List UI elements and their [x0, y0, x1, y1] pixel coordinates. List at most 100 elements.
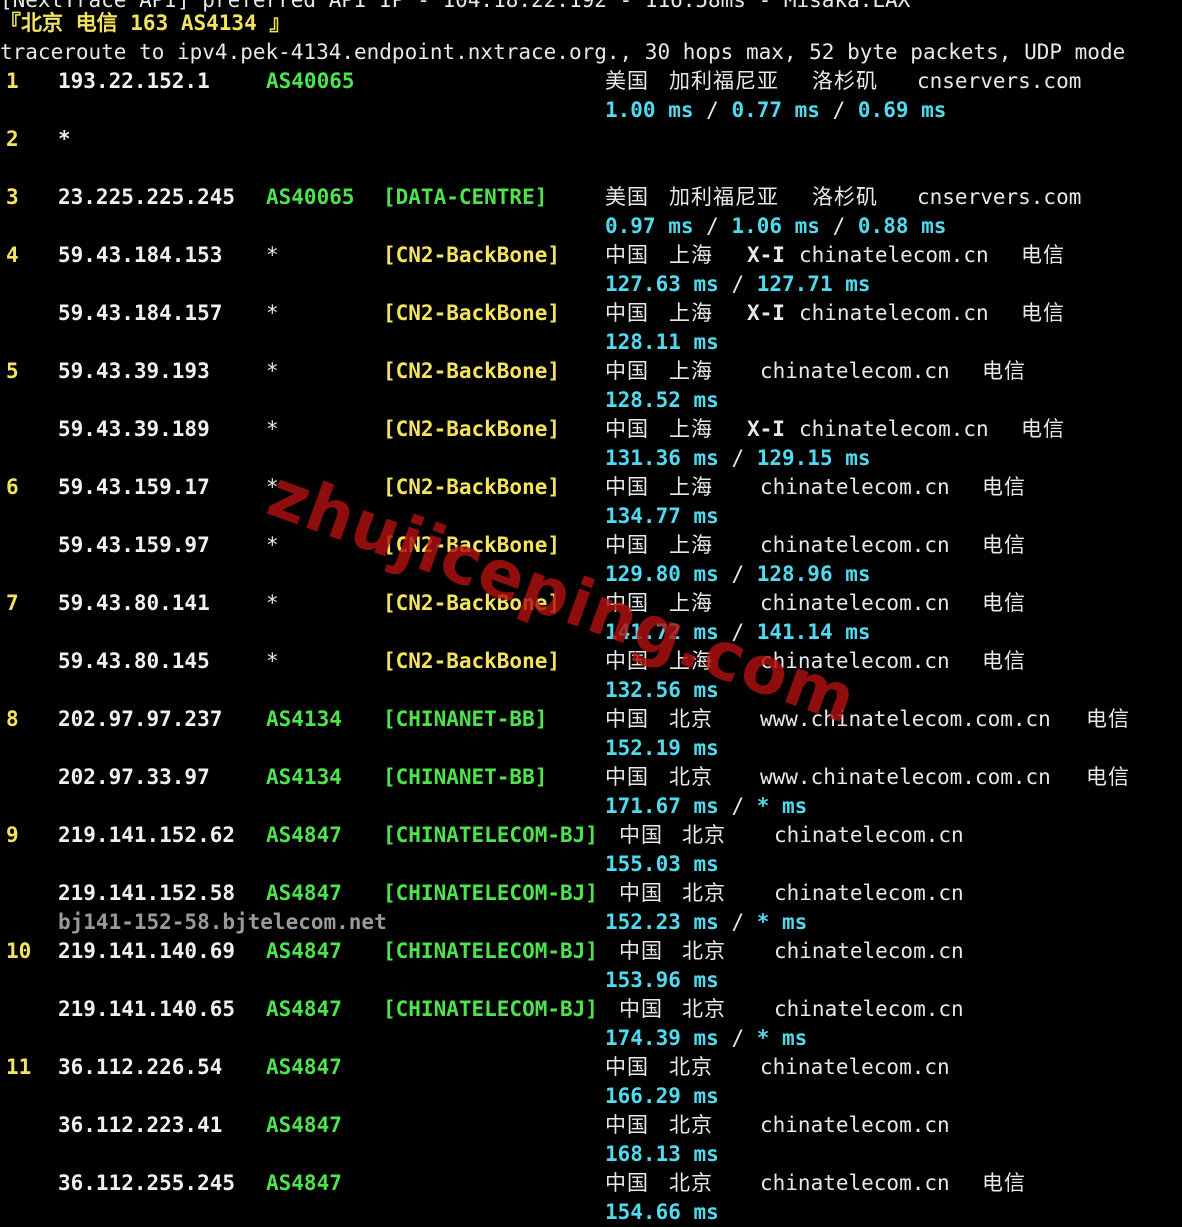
latency-row: 174.39 ms / * ms: [0, 1024, 1182, 1053]
latency-separator: /: [718, 562, 757, 586]
hop-ip: 219.141.140.69: [58, 939, 236, 963]
hop-network-tag: [CHINATELECOM-BJ]: [383, 823, 598, 847]
hop-latency: 128.52 ms: [605, 386, 719, 415]
hop-ip: 59.43.80.145: [58, 649, 210, 673]
hop-row: 8 202.97.97.237 AS4134 [CHINANET-BB] 中国 北京 www…: [0, 705, 1182, 734]
hop-asn: AS4134: [266, 707, 342, 731]
hop-latency: 153.96 ms: [605, 966, 719, 995]
hop-row: 36.112.255.245 AS4847 中国 北京 chinatelecom.cn 电…: [0, 1169, 1182, 1198]
hop-row: 202.97.33.97 AS4134 [CHINANET-BB] 中国 北京 www.c…: [0, 763, 1182, 792]
hop-number: 8: [6, 707, 19, 731]
hop-country: 中国: [605, 301, 649, 325]
hop-latency: 127.63 ms / 127.71 ms: [605, 270, 871, 299]
hop-region: 北京: [669, 1171, 713, 1195]
hop-carrier: 电信: [982, 649, 1026, 673]
hop-country: 中国: [605, 1055, 649, 1079]
hop-country: 中国: [605, 475, 649, 499]
hop-region: 加利福尼亚: [669, 185, 779, 209]
hop-ip: 59.43.39.189: [58, 417, 210, 441]
hop-number: 6: [6, 475, 19, 499]
hop-country: 中国: [605, 765, 649, 789]
hop-row: 1 193.22.152.1 AS40065 美国 加利福尼亚 洛杉矶 cnservers.…: [0, 67, 1182, 96]
hop-country: 美国: [605, 185, 649, 209]
hop-region: 北京: [682, 823, 726, 847]
hop-number: 4: [6, 243, 19, 267]
hop-network-tag: [CHINATELECOM-BJ]: [383, 939, 598, 963]
hop-region: 北京: [682, 881, 726, 905]
hop-region: 上海: [669, 533, 713, 557]
hop-country: 中国: [605, 1113, 649, 1137]
hop-latency: 171.67 ms / * ms: [605, 792, 807, 821]
hop-row: 36.112.223.41 AS4847 中国 北京 chinatelecom.cn: [0, 1111, 1182, 1140]
hop-region: 上海: [669, 301, 713, 325]
hop-isp: chinatelecom.cn: [760, 649, 950, 673]
latency-row: 153.96 ms: [0, 966, 1182, 995]
hop-carrier: 电信: [1021, 301, 1065, 325]
hop-row: 2 *: [0, 125, 1182, 154]
hop-number: 11: [6, 1055, 32, 1079]
latency-value: 152.19 ms: [605, 736, 719, 760]
hop-row: 10 219.141.140.69 AS4847 [CHINATELECOM-BJ] 中…: [0, 937, 1182, 966]
latency-row: 154.66 ms: [0, 1198, 1182, 1227]
hop-row: 11 36.112.226.54 AS4847 中国 北京 chinatelecom.cn: [0, 1053, 1182, 1082]
latency-row: 129.80 ms / 128.96 ms: [0, 560, 1182, 589]
hop-ip: 36.112.226.54: [58, 1055, 223, 1079]
hop-network-tag: [CHINANET-BB]: [383, 765, 548, 789]
hop-isp: chinatelecom.cn: [760, 359, 950, 383]
latency-value: 141.14 ms: [756, 620, 871, 644]
hop-carrier: 电信: [1086, 765, 1130, 789]
hop-carrier: 电信: [982, 591, 1026, 615]
hop-country: 中国: [605, 591, 649, 615]
terminal-window[interactable]: [NextTrace API] preferred API IP - 104.1…: [0, 0, 1182, 1224]
hop-row: 219.141.152.58 AS4847 [CHINATELECOM-BJ] 中国北…: [0, 879, 1182, 908]
hop-city: 洛杉矶: [812, 69, 878, 93]
latency-row: 141.72 ms / 141.14 ms: [0, 618, 1182, 647]
hop-region: 北京: [669, 1055, 713, 1079]
hop-region: 上海: [669, 243, 713, 267]
hop-isp: chinatelecom.cn: [774, 997, 964, 1021]
latency-separator: /: [693, 214, 732, 238]
hop-region: 北京: [682, 997, 726, 1021]
hop-network-tag: [CN2-BackBone]: [383, 591, 561, 615]
hop-latency: 0.97 ms / 1.06 ms / 0.88 ms: [605, 212, 946, 241]
latency-value: 128.52 ms: [605, 388, 719, 412]
hop-number: 7: [6, 591, 19, 615]
hop-isp: cnservers.com: [917, 185, 1082, 209]
hop-ip: 36.112.255.245: [58, 1171, 236, 1195]
latency-value: 0.69 ms: [857, 98, 947, 122]
hop-network-tag: [CN2-BackBone]: [383, 475, 561, 499]
latency-value: 129.15 ms: [756, 446, 871, 470]
latency-value: 1.06 ms: [731, 214, 820, 238]
hop-country: 中国: [619, 823, 663, 847]
hop-latency: 152.19 ms: [605, 734, 719, 763]
hop-region: 北京: [669, 765, 713, 789]
hop-asn: AS4847: [266, 1113, 342, 1137]
hop-asn: AS4134: [266, 765, 342, 789]
latency-separator: /: [718, 620, 757, 644]
hop-country: 中国: [619, 997, 663, 1021]
hop-isp: chinatelecom.cn: [774, 881, 964, 905]
hop-isp: chinatelecom.cn: [760, 1113, 950, 1137]
latency-value: 134.77 ms: [605, 504, 719, 528]
hop-row: 7 59.43.80.141 * [CN2-BackBone] 中国 上海 chinatel…: [0, 589, 1182, 618]
latency-row: 127.63 ms / 127.71 ms: [0, 270, 1182, 299]
hop-city: 洛杉矶: [812, 185, 878, 209]
hop-exchange: X-I: [747, 301, 785, 325]
hop-isp: chinatelecom.cn: [799, 243, 989, 267]
hop-latency: 134.77 ms: [605, 502, 719, 531]
latency-row: 155.03 ms: [0, 850, 1182, 879]
latency-separator: /: [718, 446, 757, 470]
latency-separator: /: [693, 98, 732, 122]
hop-country: 中国: [605, 533, 649, 557]
hop-isp: chinatelecom.cn: [760, 475, 950, 499]
hop-exchange: X-I: [747, 243, 785, 267]
hop-ip: 202.97.97.237: [58, 707, 223, 731]
latency-row: 1.00 ms / 0.77 ms / 0.69 ms: [0, 96, 1182, 125]
hop-asn: *: [266, 475, 279, 499]
latency-value: 168.13 ms: [605, 1142, 719, 1166]
hop-row: 5 59.43.39.193 * [CN2-BackBone] 中国 上海 chinatel…: [0, 357, 1182, 386]
hop-asn: AS4847: [266, 881, 342, 905]
latency-value: 127.63 ms: [605, 272, 719, 296]
latency-value: 141.72 ms: [605, 620, 719, 644]
latency-row: 131.36 ms / 129.15 ms: [0, 444, 1182, 473]
